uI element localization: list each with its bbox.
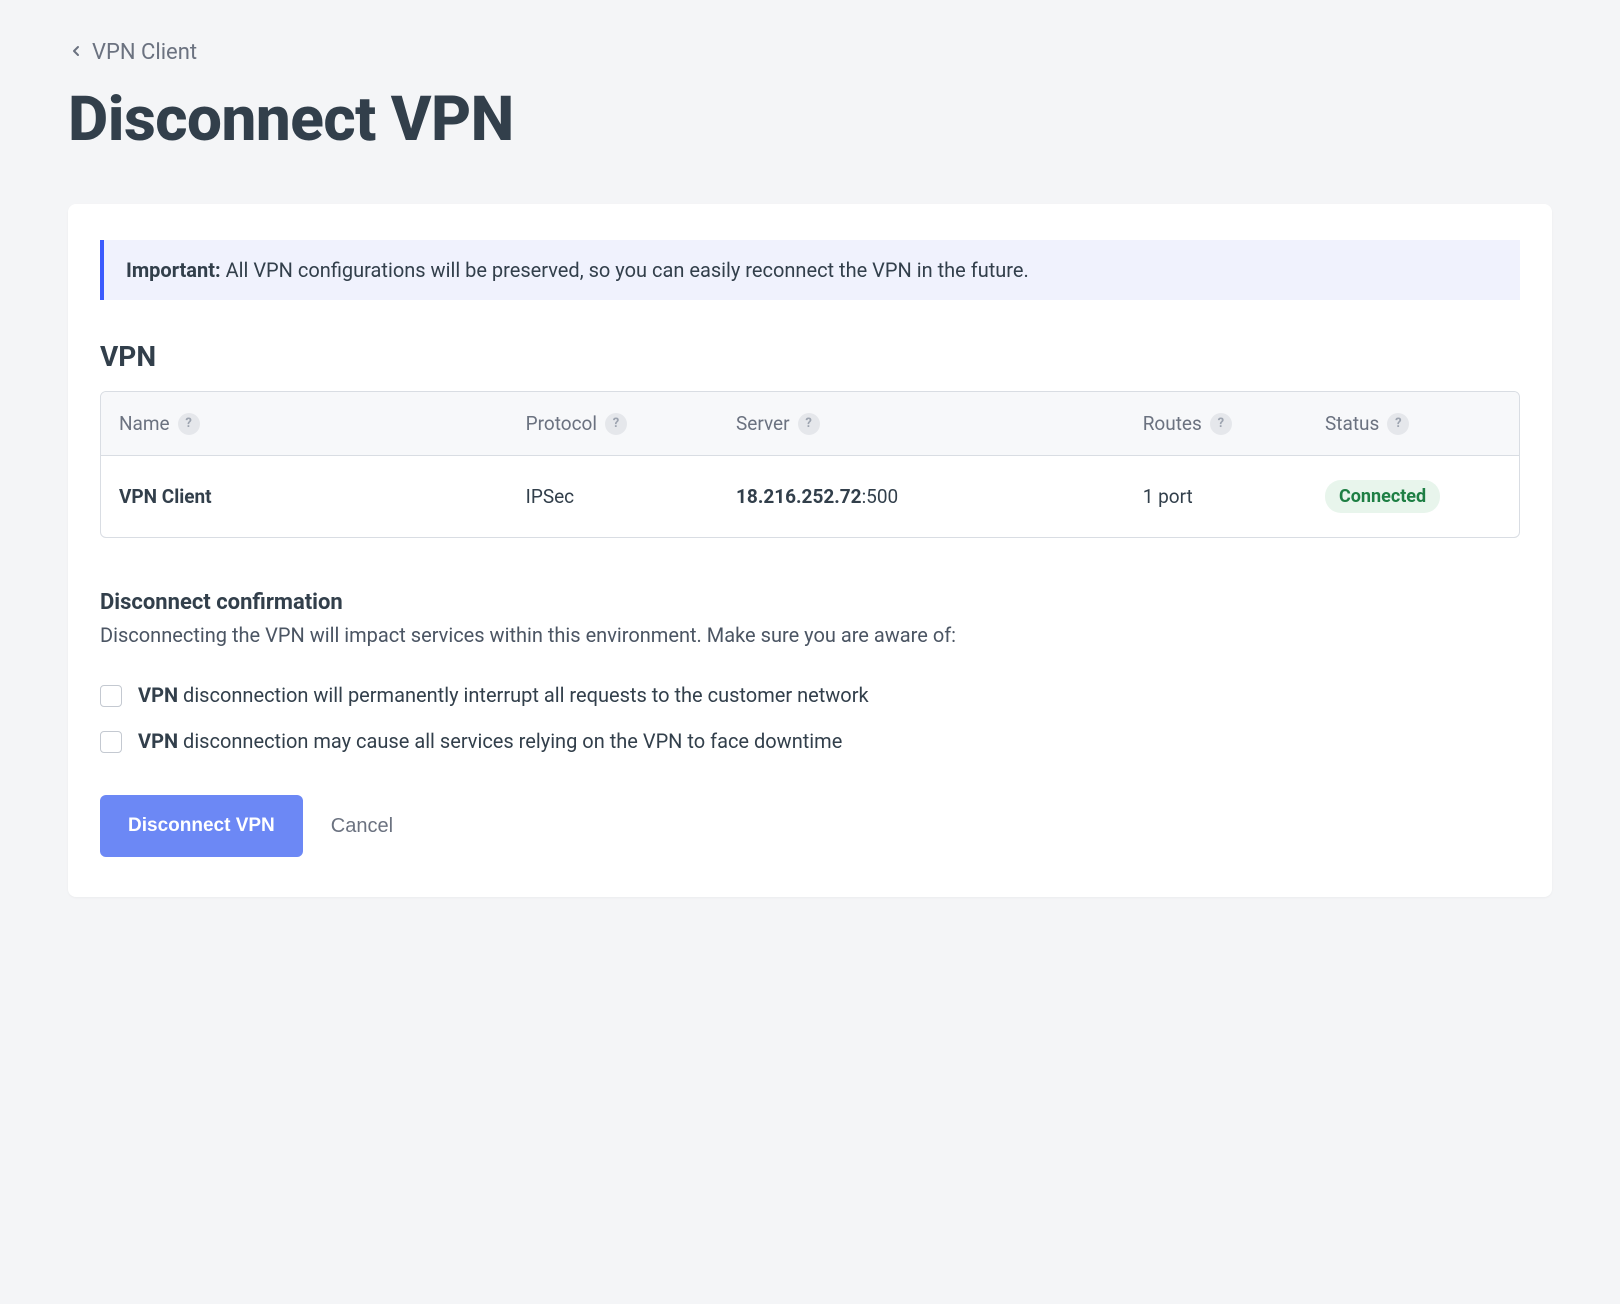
cell-status: Connected: [1307, 456, 1519, 537]
chevron-left-icon: [68, 40, 84, 65]
checkbox-label-bold: VPN: [138, 683, 178, 707]
col-header-routes: Routes ?: [1125, 392, 1307, 456]
info-banner-label: Important:: [126, 258, 221, 282]
cell-server-port: :500: [862, 485, 899, 508]
checkbox[interactable]: [100, 685, 122, 707]
help-icon[interactable]: ?: [605, 413, 627, 435]
info-banner: Important: All VPN configurations will b…: [100, 240, 1520, 300]
help-icon[interactable]: ?: [1210, 413, 1232, 435]
help-icon[interactable]: ?: [178, 413, 200, 435]
col-header-server: Server ?: [718, 392, 1125, 456]
cell-name: VPN Client: [101, 456, 508, 537]
vpn-table: Name ? Protocol ? Server ?: [100, 391, 1520, 538]
button-row: Disconnect VPN Cancel: [100, 795, 1520, 857]
table-row: VPN Client IPSec 18.216.252.72:500 1 por…: [101, 456, 1519, 537]
cell-server-ip: 18.216.252.72: [736, 485, 862, 508]
checkbox-label-text: disconnection may cause all services rel…: [178, 729, 842, 753]
checkbox-label-bold: VPN: [138, 729, 178, 753]
page-title: Disconnect VPN: [68, 83, 1552, 156]
status-badge: Connected: [1325, 480, 1440, 513]
checkbox-label-text: disconnection will permanently interrupt…: [178, 683, 869, 707]
col-header-server-label: Server: [736, 412, 790, 435]
main-card: Important: All VPN configurations will b…: [68, 204, 1552, 897]
vpn-section-heading: VPN: [100, 340, 1520, 373]
cancel-button[interactable]: Cancel: [331, 815, 393, 838]
confirmation-item: VPN disconnection may cause all services…: [100, 729, 1520, 753]
col-header-protocol-label: Protocol: [526, 412, 597, 435]
checkbox-label: VPN disconnection may cause all services…: [138, 729, 842, 753]
breadcrumb-label: VPN Client: [92, 40, 197, 65]
help-icon[interactable]: ?: [1387, 413, 1409, 435]
checkbox[interactable]: [100, 731, 122, 753]
col-header-name: Name ?: [101, 392, 508, 456]
col-header-status: Status ?: [1307, 392, 1519, 456]
confirmation-text: Disconnecting the VPN will impact servic…: [100, 623, 1520, 647]
col-header-status-label: Status: [1325, 412, 1379, 435]
cell-protocol: IPSec: [508, 456, 718, 537]
col-header-name-label: Name: [119, 412, 170, 435]
col-header-routes-label: Routes: [1143, 412, 1202, 435]
checkbox-label: VPN disconnection will permanently inter…: [138, 683, 869, 707]
confirmation-heading: Disconnect confirmation: [100, 590, 1520, 615]
help-icon[interactable]: ?: [798, 413, 820, 435]
info-banner-text: All VPN configurations will be preserved…: [226, 258, 1029, 282]
cell-routes: 1 port: [1125, 456, 1307, 537]
confirmation-item: VPN disconnection will permanently inter…: [100, 683, 1520, 707]
disconnect-vpn-button[interactable]: Disconnect VPN: [100, 795, 303, 857]
breadcrumb-back[interactable]: VPN Client: [68, 40, 197, 65]
col-header-protocol: Protocol ?: [508, 392, 718, 456]
cell-server: 18.216.252.72:500: [718, 456, 1125, 537]
